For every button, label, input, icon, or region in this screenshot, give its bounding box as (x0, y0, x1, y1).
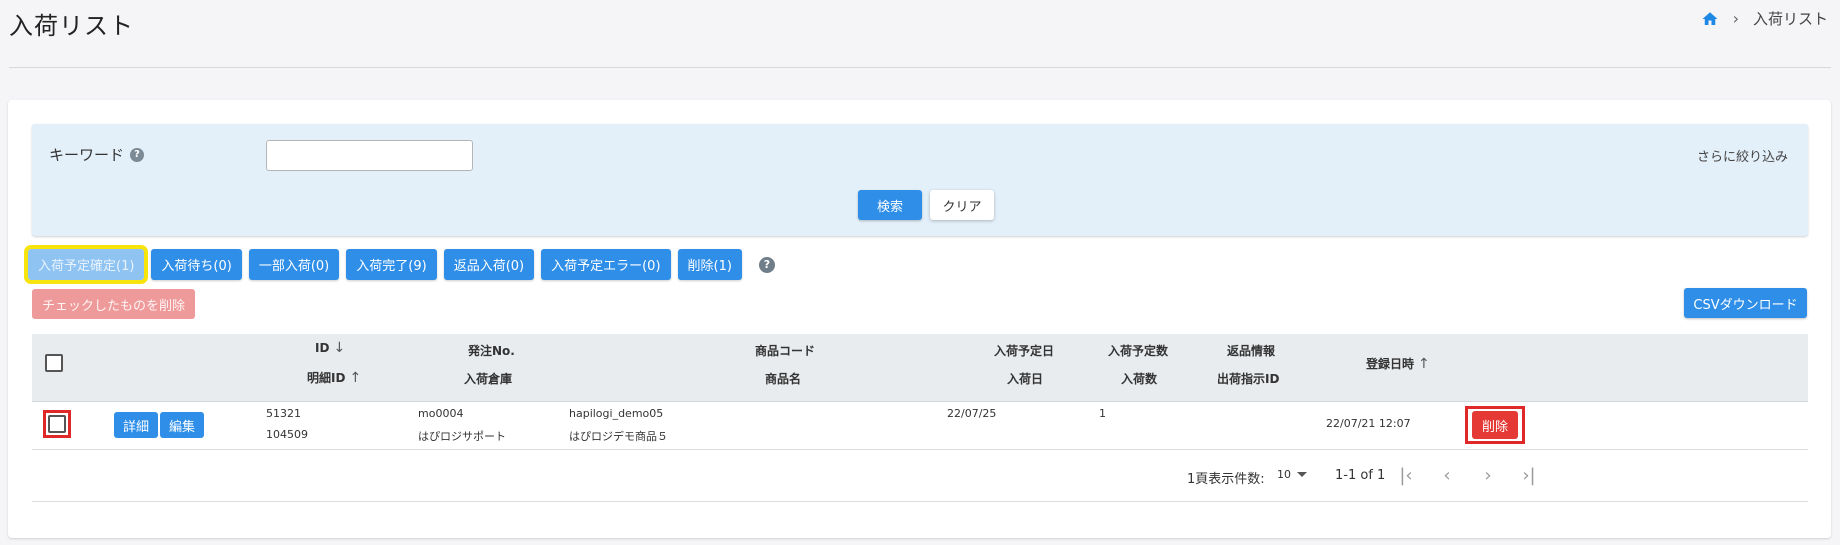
header-detail-id-label: 明細ID (307, 371, 346, 385)
cell-product-code: hapilogi_demo05 (569, 407, 664, 420)
chevron-right-icon: › (1732, 9, 1739, 28)
content-card: キーワード ? さらに絞り込み 検索 クリア 入荷予定確定(1) 入荷待ち(0)… (8, 100, 1831, 538)
cell-scheduled-date: 22/07/25 (947, 407, 997, 420)
delete-checked-button[interactable]: チェックしたものを削除 (32, 289, 196, 319)
first-page-icon[interactable]: |‹ (1396, 465, 1416, 486)
breadcrumb-current: 入荷リスト (1752, 10, 1828, 28)
pagination: 1頁表示件数: 10 1-1 of 1 |‹ ‹ › ›| (32, 450, 1808, 502)
last-page-icon[interactable]: ›| (1519, 465, 1539, 486)
header-arrival-date[interactable]: 入荷日 (1007, 370, 1043, 387)
status-tab-completed[interactable]: 入荷完了(9) (346, 249, 437, 280)
row-delete-button[interactable]: 削除 (1472, 411, 1518, 439)
refine-search-link[interactable]: さらに絞り込み (1697, 146, 1788, 165)
header-id[interactable]: ID ↓ (315, 340, 345, 356)
help-icon[interactable]: ? (758, 256, 775, 273)
cell-warehouse: はぴロジサポート (418, 430, 506, 443)
cell-product-name: はぴロジデモ商品５ (569, 430, 668, 443)
per-page-select[interactable]: 10 (1277, 468, 1307, 481)
header-id-label: ID (315, 341, 330, 355)
cell-detail-id: 104509 (266, 428, 308, 441)
keyword-label-group: キーワード ? (49, 144, 145, 165)
next-page-icon[interactable]: › (1478, 465, 1498, 486)
status-tab-scheduled-confirmed[interactable]: 入荷予定確定(1) (23, 245, 149, 284)
header-warehouse[interactable]: 入荷倉庫 (464, 370, 512, 387)
table-row: 詳細 編集 51321 104509 mo0004 はぴロジサポート hapil… (32, 402, 1808, 450)
cell-order-no: mo0004 (418, 407, 464, 420)
row-checkbox[interactable] (48, 415, 66, 433)
status-filter-bar: 入荷予定確定(1) 入荷待ち(0) 一部入荷(0) 入荷完了(9) 返品入荷(0… (23, 245, 775, 284)
header-arrival-qty[interactable]: 入荷数 (1121, 370, 1157, 387)
page-range: 1-1 of 1 (1335, 468, 1386, 483)
prev-page-icon[interactable]: ‹ (1437, 465, 1457, 486)
csv-download-button[interactable]: CSVダウンロード (1684, 288, 1807, 318)
select-all-checkbox[interactable] (45, 354, 63, 372)
per-page-value: 10 (1277, 468, 1291, 481)
status-tab-partial[interactable]: 一部入荷(0) (248, 249, 340, 280)
status-tab-waiting[interactable]: 入荷待ち(0) (151, 249, 242, 280)
header-scheduled-date[interactable]: 入荷予定日 (994, 342, 1054, 359)
page-title: 入荷リスト (9, 12, 134, 40)
header-order-no[interactable]: 発注No. (468, 342, 515, 359)
keyword-label: キーワード (49, 146, 125, 164)
per-page-label: 1頁表示件数: (1187, 472, 1265, 487)
clear-button[interactable]: クリア (930, 190, 994, 220)
cell-registered-at: 22/07/21 12:07 (1326, 417, 1411, 430)
status-tab-error[interactable]: 入荷予定エラー(0) (541, 249, 671, 280)
status-tab-return[interactable]: 返品入荷(0) (443, 249, 535, 280)
cell-id: 51321 (266, 407, 301, 420)
header-registered-at[interactable]: 登録日時 ↑ (1366, 355, 1430, 372)
cell-scheduled-qty: 1 (1099, 407, 1106, 420)
header-scheduled-qty[interactable]: 入荷予定数 (1108, 342, 1168, 359)
home-icon[interactable] (1701, 10, 1719, 28)
caret-down-icon (1297, 472, 1307, 477)
arrow-up-icon: ↑ (1418, 355, 1430, 372)
row-checkbox-highlight (43, 410, 71, 438)
header-product-code[interactable]: 商品コード (755, 342, 815, 359)
detail-button[interactable]: 詳細 (114, 412, 159, 438)
keyword-input[interactable] (266, 140, 473, 171)
divider (9, 67, 1831, 68)
help-icon[interactable]: ? (130, 147, 145, 162)
header-return-info[interactable]: 返品情報 (1227, 342, 1275, 359)
header-ship-instruction-id[interactable]: 出荷指示ID (1217, 370, 1279, 387)
header-registered-at-label: 登録日時 (1366, 357, 1415, 371)
table-header: ID ↓ 明細ID ↑ 発注No. 入荷倉庫 商品コード 商品名 入荷予定日 入… (32, 334, 1808, 402)
header-detail-id[interactable]: 明細ID ↑ (307, 369, 361, 386)
breadcrumb: › 入荷リスト (1701, 8, 1828, 29)
arrow-down-icon: ↓ (333, 340, 346, 356)
row-delete-highlight: 削除 (1465, 406, 1525, 444)
edit-button[interactable]: 編集 (160, 412, 205, 438)
search-panel: キーワード ? さらに絞り込み 検索 クリア (32, 124, 1808, 236)
header-product-name[interactable]: 商品名 (765, 370, 801, 387)
search-button[interactable]: 検索 (858, 190, 922, 220)
status-tab-deleted[interactable]: 削除(1) (677, 249, 742, 280)
arrow-up-icon: ↑ (349, 369, 362, 386)
